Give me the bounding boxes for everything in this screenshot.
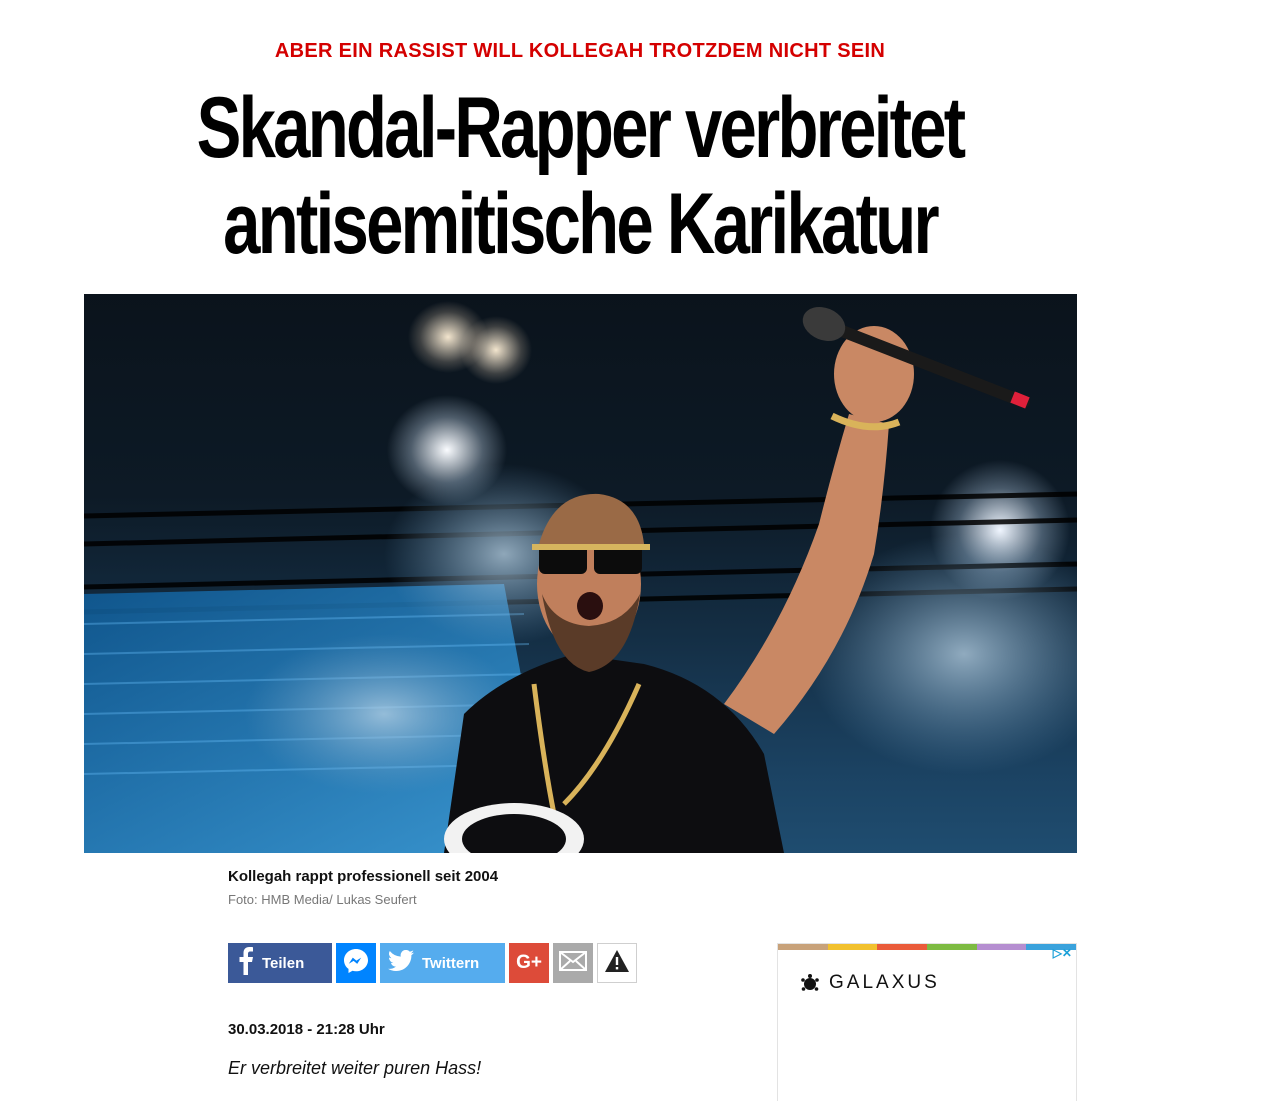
twitter-icon	[388, 949, 414, 976]
photo-credit: Foto: HMB Media/ Lukas Seufert	[228, 892, 417, 907]
hero-photo[interactable]	[84, 294, 1077, 853]
advertisement[interactable]: ▷✕ GALAXUS	[777, 943, 1077, 1101]
galaxus-logo: GALAXUS	[800, 972, 940, 994]
mail-icon	[559, 951, 587, 975]
mail-share-button[interactable]	[553, 943, 593, 983]
twitter-share-label: Twittern	[422, 954, 480, 972]
ad-stripe	[778, 944, 828, 950]
ad-stripe	[877, 944, 928, 950]
headline-line-2: antisemitische Karikatur	[223, 176, 939, 272]
photo-caption: Kollegah rappt professionell seit 2004	[228, 868, 499, 885]
adchoices-icon[interactable]: ▷✕	[1053, 946, 1072, 960]
messenger-share-button[interactable]	[336, 943, 376, 983]
ad-stripe	[976, 944, 1027, 950]
messenger-icon	[343, 948, 369, 978]
google-plus-share-button[interactable]: G+	[509, 943, 549, 983]
facebook-icon	[238, 947, 254, 979]
report-button[interactable]	[597, 943, 637, 983]
article-lead: Er verbreitet weiter puren Hass!	[228, 1058, 482, 1078]
article-date: 30.03.2018 - 21:28 Uhr	[228, 1021, 385, 1038]
headline-line-1: Skandal-Rapper verbreitet	[196, 80, 967, 176]
facebook-share-button[interactable]: Teilen	[228, 943, 332, 983]
facebook-share-label: Teilen	[262, 954, 305, 972]
ad-color-stripes	[778, 944, 1077, 950]
google-plus-icon: G+	[516, 952, 542, 973]
article-kicker: ABER EIN RASSIST WILL KOLLEGAH TROTZDEM …	[274, 40, 886, 62]
ad-stripe	[827, 944, 878, 950]
ad-brand-name: GALAXUS	[829, 972, 940, 993]
concert-photo-illustration	[84, 307, 1077, 853]
article-headline: Skandal-Rapper verbreitet antisemitische…	[128, 80, 1033, 272]
ad-stripe	[927, 944, 977, 950]
twitter-share-button[interactable]: Twittern	[380, 943, 505, 983]
warning-icon	[604, 949, 630, 977]
galaxus-logo-icon	[801, 974, 819, 991]
